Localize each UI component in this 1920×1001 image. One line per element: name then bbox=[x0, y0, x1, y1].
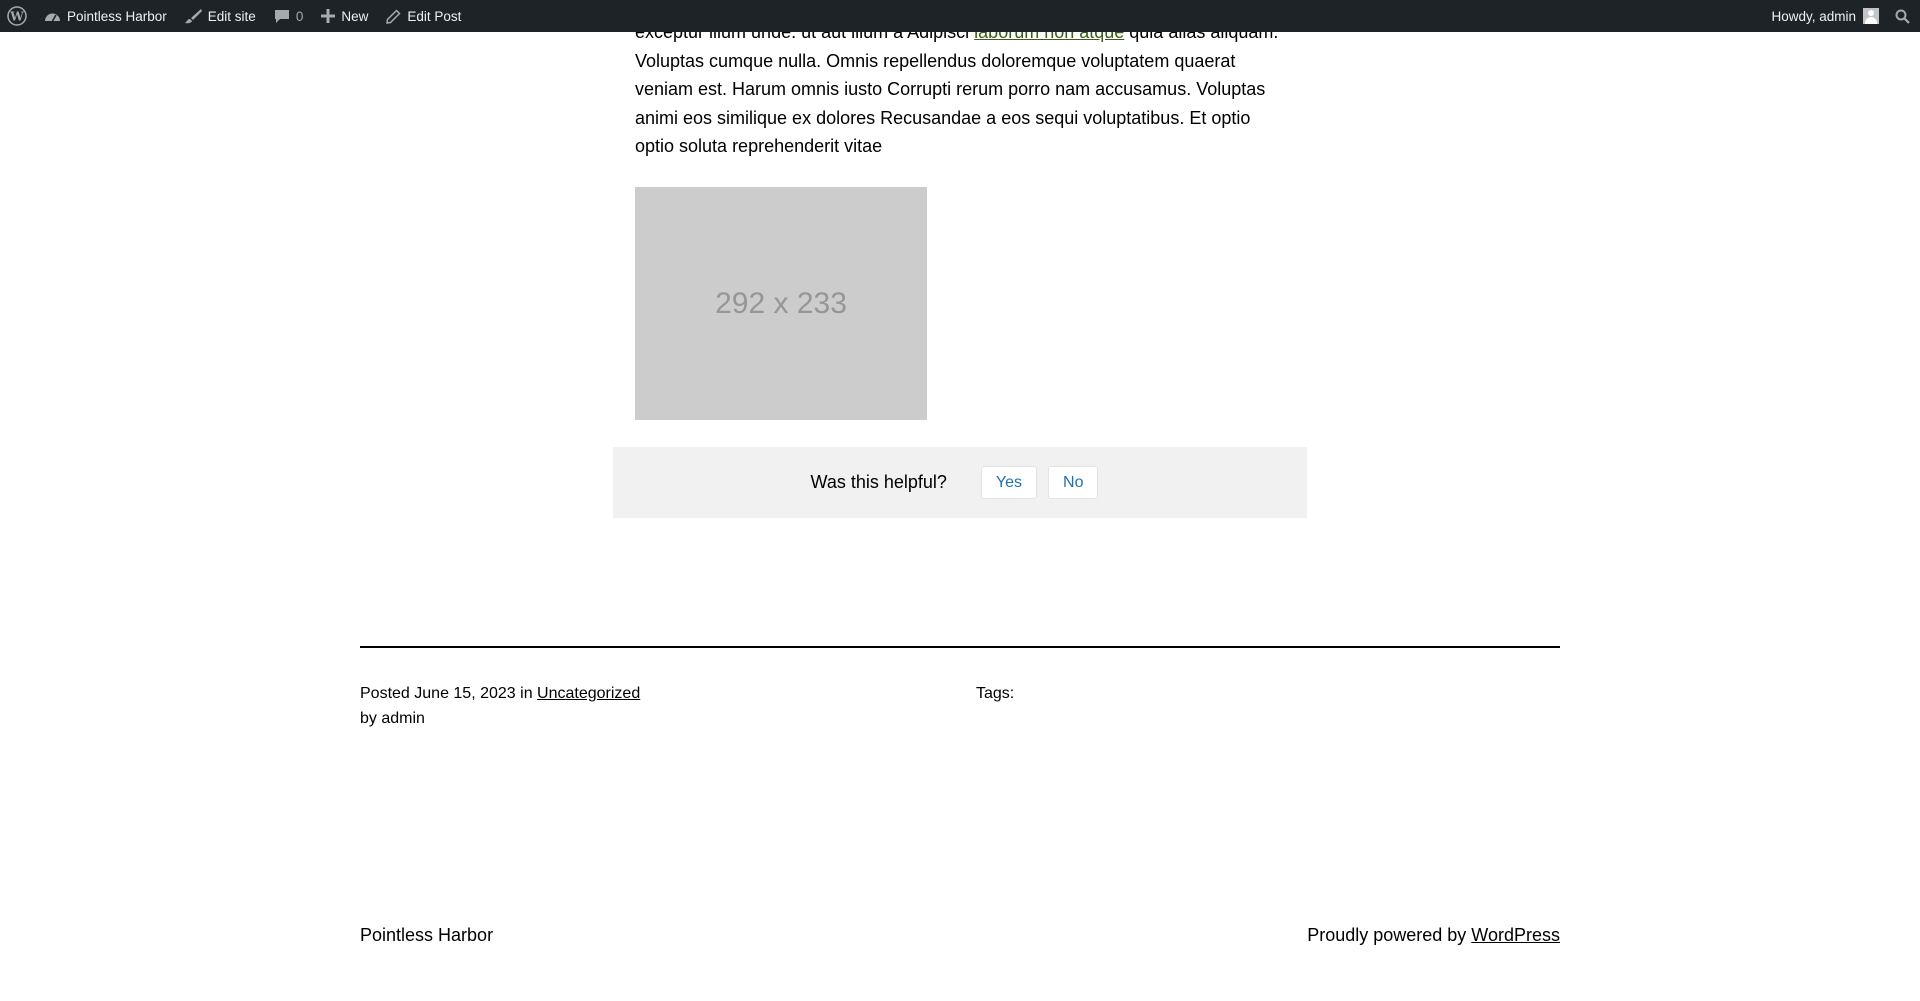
brush-icon bbox=[184, 8, 202, 24]
placeholder-image-label: 292 x 233 bbox=[715, 286, 847, 320]
in-label: in bbox=[520, 685, 533, 702]
category-link[interactable]: Uncategorized bbox=[537, 685, 640, 702]
post-author: admin bbox=[381, 710, 425, 727]
placeholder-image: 292 x 233 bbox=[635, 187, 927, 420]
article-paragraph: exceptur illum unde. ut aut illum a Adip… bbox=[635, 18, 1285, 161]
comments-link[interactable]: 0 bbox=[265, 0, 313, 32]
wordpress-logo-icon[interactable]: W bbox=[0, 0, 35, 32]
feedback-question: Was this helpful? bbox=[810, 472, 947, 492]
wordpress-link[interactable]: WordPress bbox=[1471, 925, 1560, 945]
svg-text:W: W bbox=[9, 10, 24, 24]
pencil-icon bbox=[386, 8, 401, 24]
paragraph-text-rest: Voluptas cumque nulla. Omnis repellendus… bbox=[635, 50, 1266, 157]
my-account-menu[interactable]: Howdy, admin bbox=[1762, 0, 1889, 32]
by-label: by bbox=[360, 710, 377, 727]
powered-by-text: Proudly powered by bbox=[1307, 925, 1472, 945]
edit-post-link[interactable]: Edit Post bbox=[377, 0, 470, 32]
posted-label: Posted bbox=[360, 685, 410, 702]
footer-site-title[interactable]: Pointless Harbor bbox=[360, 925, 493, 946]
post-tags: Tags: bbox=[976, 681, 1014, 706]
admin-bar: W Pointless Harbor Edit site 0 New Edit … bbox=[0, 0, 1920, 32]
comments-count: 0 bbox=[295, 8, 304, 24]
plus-icon bbox=[321, 9, 336, 23]
site-name-menu[interactable]: Pointless Harbor bbox=[35, 0, 176, 32]
feedback-yes-button[interactable]: Yes bbox=[980, 466, 1038, 499]
edit-site-label: Edit site bbox=[207, 8, 256, 24]
edit-site-link[interactable]: Edit site bbox=[176, 0, 265, 32]
dashboard-icon bbox=[44, 9, 61, 24]
site-name-label: Pointless Harbor bbox=[67, 8, 167, 24]
comment-icon bbox=[274, 9, 290, 24]
search-icon[interactable] bbox=[1889, 0, 1920, 32]
tags-label: Tags: bbox=[976, 685, 1015, 702]
separator bbox=[360, 646, 1560, 648]
edit-post-label: Edit Post bbox=[407, 8, 462, 24]
post-date: June 15, 2023 bbox=[414, 685, 516, 702]
avatar bbox=[1863, 8, 1879, 24]
feedback-box: Was this helpful? Yes No bbox=[613, 447, 1307, 518]
new-label: New bbox=[341, 8, 369, 24]
feedback-no-button[interactable]: No bbox=[1048, 466, 1099, 499]
new-content-menu[interactable]: New bbox=[312, 0, 377, 32]
howdy-label: Howdy, admin bbox=[1771, 8, 1856, 24]
powered-by: Proudly powered by WordPress bbox=[1307, 925, 1560, 946]
post-meta: Posted June 15, 2023 in Uncategorized by… bbox=[360, 681, 640, 731]
